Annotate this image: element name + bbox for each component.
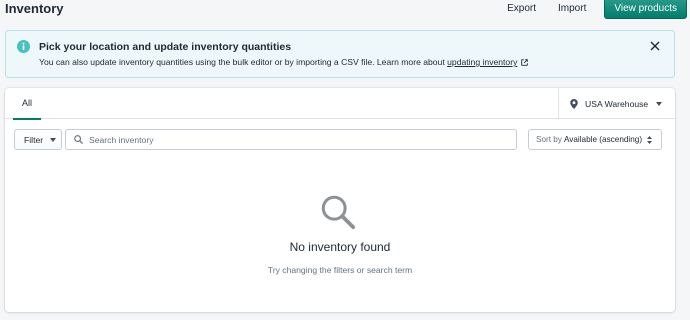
sort-select[interactable]: Sort by Available (ascending): [528, 129, 662, 150]
banner-body-text: You can also update inventory quantities…: [39, 57, 448, 67]
location-selector[interactable]: USA Warehouse: [558, 88, 675, 119]
select-arrows-icon: [647, 135, 653, 144]
chevron-down-icon: [656, 101, 663, 106]
search-field[interactable]: [65, 129, 517, 150]
tab-selected-indicator: [13, 118, 41, 120]
import-button[interactable]: Import: [558, 3, 586, 14]
view-products-button[interactable]: View products: [604, 0, 687, 19]
location-label: USA Warehouse: [585, 98, 649, 109]
filter-button[interactable]: Filter: [14, 129, 62, 150]
external-link-icon[interactable]: [521, 58, 528, 66]
tab-all[interactable]: All: [13, 88, 41, 120]
sort-prefix: Sort by: [536, 135, 562, 144]
search-icon: [74, 135, 83, 144]
inventory-card: All USA Warehouse Filter Sort by Availab…: [5, 88, 675, 312]
updating-inventory-link[interactable]: updating inventory: [447, 57, 517, 67]
page-title: Inventory: [5, 1, 64, 16]
tab-all-label: All: [21, 98, 32, 108]
banner-body: You can also update inventory quantities…: [39, 57, 528, 67]
empty-search-icon: [321, 195, 356, 230]
filter-label: Filter: [24, 134, 44, 145]
banner-title: Pick your location and update inventory …: [39, 41, 292, 53]
sort-value: Available (ascending): [563, 135, 643, 144]
close-icon[interactable]: [650, 41, 660, 51]
chevron-down-icon: [50, 137, 57, 142]
empty-state-title: No inventory found: [289, 240, 391, 254]
search-input[interactable]: [89, 134, 509, 145]
tab-bar: All USA Warehouse: [5, 88, 675, 120]
export-button[interactable]: Export: [507, 3, 536, 14]
location-pin-icon: [570, 98, 578, 109]
info-icon: [17, 40, 30, 53]
info-banner: Pick your location and update inventory …: [5, 30, 675, 78]
header-actions: Export Import View products: [507, 0, 687, 19]
empty-state-subtitle: Try changing the filters or search term: [267, 265, 413, 275]
